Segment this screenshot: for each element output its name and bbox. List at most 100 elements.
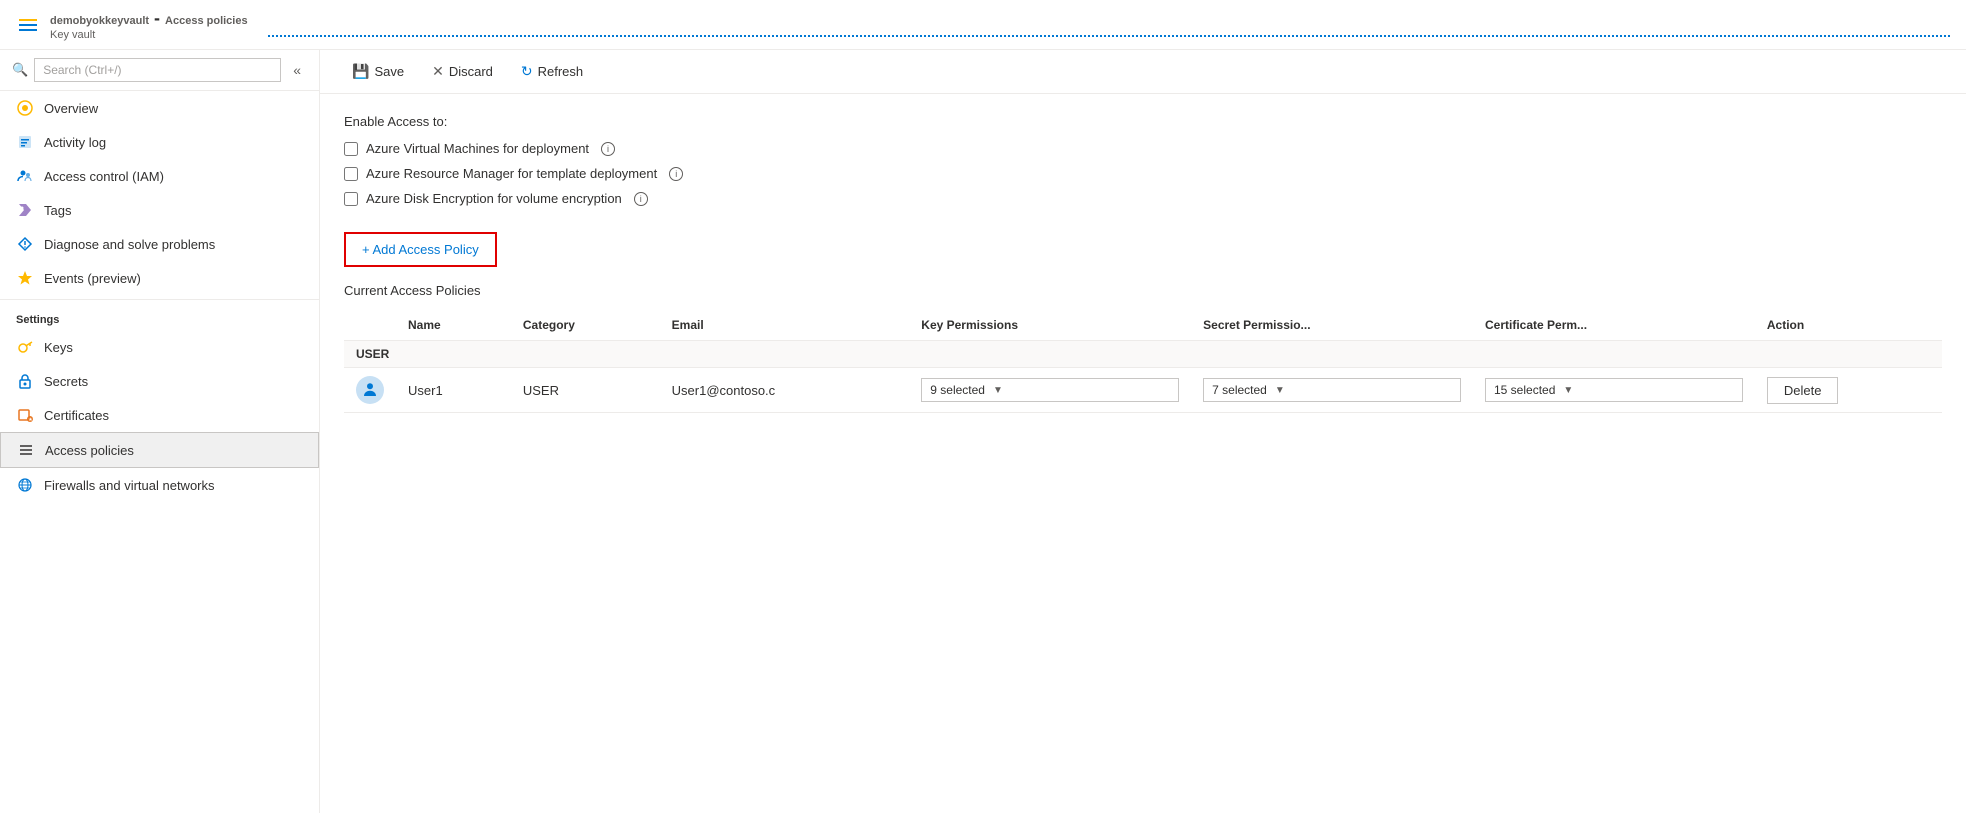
- sidebar-label-certificates: Certificates: [44, 408, 109, 423]
- key-permissions-value: 9 selected: [930, 383, 985, 397]
- search-input[interactable]: [34, 58, 281, 82]
- sidebar-item-access-control[interactable]: Access control (IAM): [0, 159, 319, 193]
- discard-label: Discard: [449, 64, 493, 79]
- refresh-icon: ↻: [521, 63, 533, 80]
- sidebar: 🔍 « Overview Activity log: [0, 50, 320, 813]
- checkbox-label-vm: Azure Virtual Machines for deployment: [366, 141, 589, 156]
- person-icon: [361, 381, 379, 399]
- action-cell: Delete: [1755, 368, 1942, 413]
- sidebar-item-keys[interactable]: Keys: [0, 330, 319, 364]
- sidebar-label-events: Events (preview): [44, 271, 141, 286]
- th-name: Name: [396, 310, 511, 341]
- content-body: Enable Access to: Azure Virtual Machines…: [320, 94, 1966, 813]
- cert-permissions-value: 15 selected: [1494, 383, 1555, 397]
- th-category: Category: [511, 310, 660, 341]
- info-icon-arm[interactable]: i: [669, 167, 683, 181]
- sidebar-item-firewalls[interactable]: Firewalls and virtual networks: [0, 468, 319, 502]
- th-cert-permissions: Certificate Perm...: [1473, 310, 1755, 341]
- toolbar: 💾 Save ✕ Discard ↻ Refresh: [320, 50, 1966, 94]
- th-action: Action: [1755, 310, 1942, 341]
- sidebar-item-events[interactable]: Events (preview): [0, 261, 319, 295]
- cert-permissions-cell: 15 selected ▼: [1473, 368, 1755, 413]
- overview-icon: [16, 99, 34, 117]
- th-key-permissions: Key Permissions: [909, 310, 1191, 341]
- sidebar-label-tags: Tags: [44, 203, 71, 218]
- sidebar-item-tags[interactable]: Tags: [0, 193, 319, 227]
- sidebar-label-keys: Keys: [44, 340, 73, 355]
- add-policy-label: + Add Access Policy: [362, 242, 479, 257]
- sidebar-label-access-policies: Access policies: [45, 443, 134, 458]
- save-icon: 💾: [352, 63, 369, 80]
- group-label: USER: [344, 341, 1942, 368]
- sidebar-item-secrets[interactable]: Secrets: [0, 364, 319, 398]
- add-access-policy-button[interactable]: + Add Access Policy: [344, 232, 497, 267]
- sidebar-item-diagnose[interactable]: Diagnose and solve problems: [0, 227, 319, 261]
- secret-permissions-dropdown[interactable]: 7 selected ▼: [1203, 378, 1461, 402]
- secrets-icon: [16, 372, 34, 390]
- collapse-button[interactable]: «: [287, 60, 307, 80]
- keys-icon: [16, 338, 34, 356]
- access-policies-table: Name Category Email Key Permissions Secr…: [344, 310, 1942, 413]
- secret-permissions-cell: 7 selected ▼: [1191, 368, 1473, 413]
- content-area: 💾 Save ✕ Discard ↻ Refresh Enable Access…: [320, 50, 1966, 813]
- current-policies-label: Current Access Policies: [344, 283, 1942, 298]
- info-icon-vm[interactable]: i: [601, 142, 615, 156]
- user-avatar: [356, 376, 384, 404]
- user-name: User1: [408, 383, 443, 398]
- user-category-cell: USER: [511, 368, 660, 413]
- sidebar-label-iam: Access control (IAM): [44, 169, 164, 184]
- user-email-cell: User1@contoso.c: [660, 368, 910, 413]
- checkbox-vm[interactable]: [344, 142, 358, 156]
- secret-permissions-value: 7 selected: [1212, 383, 1267, 397]
- sidebar-item-access-policies[interactable]: Access policies: [0, 432, 319, 468]
- sidebar-label-firewalls: Firewalls and virtual networks: [44, 478, 215, 493]
- header-divider: [268, 35, 1950, 37]
- checkbox-disk[interactable]: [344, 192, 358, 206]
- user-name-cell: User1: [396, 368, 511, 413]
- certificates-icon: ★: [16, 406, 34, 424]
- sidebar-label-overview: Overview: [44, 101, 98, 116]
- checkbox-label-disk: Azure Disk Encryption for volume encrypt…: [366, 191, 622, 206]
- discard-button[interactable]: ✕ Discard: [420, 58, 505, 85]
- cert-permissions-dropdown[interactable]: 15 selected ▼: [1485, 378, 1743, 402]
- iam-icon: [16, 167, 34, 185]
- sidebar-item-certificates[interactable]: ★ Certificates: [0, 398, 319, 432]
- user-category: USER: [523, 383, 559, 398]
- save-label: Save: [374, 64, 404, 79]
- group-row-user: USER: [344, 341, 1942, 368]
- sidebar-item-overview[interactable]: Overview: [0, 91, 319, 125]
- enable-access-label: Enable Access to:: [344, 114, 1942, 129]
- checkbox-label-arm: Azure Resource Manager for template depl…: [366, 166, 657, 181]
- firewalls-icon: [16, 476, 34, 494]
- sidebar-label-secrets: Secrets: [44, 374, 88, 389]
- header-title: demobyokkeyvault - Access policies Key v…: [50, 8, 248, 41]
- keyvault-icon: [16, 13, 40, 37]
- save-button[interactable]: 💾 Save: [340, 58, 416, 85]
- user-email: User1@contoso.c: [672, 383, 776, 398]
- delete-button[interactable]: Delete: [1767, 377, 1839, 404]
- key-permissions-cell: 9 selected ▼: [909, 368, 1191, 413]
- page-header: demobyokkeyvault - Access policies Key v…: [0, 0, 1966, 50]
- diagnose-icon: [16, 235, 34, 253]
- sidebar-nav: Overview Activity log Access control (IA…: [0, 91, 319, 813]
- activity-log-icon: [16, 133, 34, 151]
- sidebar-label-activity-log: Activity log: [44, 135, 106, 150]
- sidebar-divider-settings: [0, 299, 319, 300]
- checkbox-arm[interactable]: [344, 167, 358, 181]
- access-policies-icon: [17, 441, 35, 459]
- th-secret-permissions: Secret Permissio...: [1191, 310, 1473, 341]
- cert-permissions-chevron: ▼: [1563, 385, 1573, 396]
- refresh-button[interactable]: ↻ Refresh: [509, 58, 595, 85]
- tags-icon: [16, 201, 34, 219]
- secret-permissions-chevron: ▼: [1275, 385, 1285, 396]
- search-icon: 🔍: [12, 62, 28, 78]
- discard-icon: ✕: [432, 63, 444, 80]
- key-permissions-dropdown[interactable]: 9 selected ▼: [921, 378, 1179, 402]
- checkbox-row-arm: Azure Resource Manager for template depl…: [344, 166, 1942, 181]
- events-icon: [16, 269, 34, 287]
- info-icon-disk[interactable]: i: [634, 192, 648, 206]
- svg-text:★: ★: [28, 417, 33, 423]
- sidebar-search-container: 🔍 «: [0, 50, 319, 91]
- th-email: Email: [660, 310, 910, 341]
- sidebar-item-activity-log[interactable]: Activity log: [0, 125, 319, 159]
